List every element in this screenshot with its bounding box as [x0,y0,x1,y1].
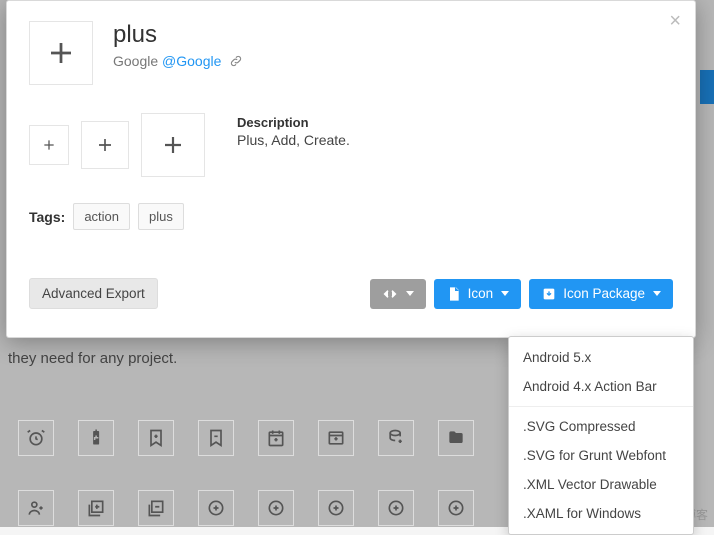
download-package-label: Icon Package [563,286,645,301]
tag-action[interactable]: action [73,203,130,230]
author-handle-link[interactable]: @Google [162,53,221,69]
tag-plus[interactable]: plus [138,203,184,230]
add-circle-c-icon[interactable] [318,490,354,526]
queue-plus-icon[interactable] [138,490,174,526]
bg-icon-grid-row2 [18,490,474,526]
dd-svg-grunt[interactable]: .SVG for Grunt Webfont [509,441,693,470]
database-plus-icon[interactable] [378,420,414,456]
tags-label: Tags: [29,209,65,225]
bookmark-plus-icon[interactable] [138,420,174,456]
description-label: Description [237,115,350,130]
dd-xaml-windows[interactable]: .XAML for Windows [509,499,693,528]
code-dropdown-button[interactable] [370,279,426,309]
window-plus-icon[interactable] [318,420,354,456]
package-icon [541,286,557,302]
file-icon [446,286,462,302]
alarm-icon[interactable] [18,420,54,456]
link-icon [229,54,243,71]
library-plus-icon[interactable] [78,490,114,526]
dd-xml-vector[interactable]: .XML Vector Drawable [509,470,693,499]
icon-detail-modal: × plus Google @Google Description Plus, … [6,0,696,338]
size-previews [29,113,205,177]
dropdown-divider [509,406,693,407]
preview-medium [81,121,129,169]
icon-title: plus [113,21,243,49]
download-icon-label: Icon [468,286,494,301]
close-icon: × [669,10,681,32]
icon-package-dropdown: Android 5.x Android 4.x Action Bar .SVG … [508,336,694,535]
preview-small [29,125,69,165]
add-circle-e-icon[interactable] [438,490,474,526]
description-text: Plus, Add, Create. [237,132,350,148]
bg-icon-grid-row1 [18,420,474,456]
chevron-down-icon [501,291,509,296]
folder-plus-icon[interactable] [438,420,474,456]
author-name: Google [113,53,158,69]
plus-icon [46,38,76,68]
bookmark-minus-icon[interactable] [198,420,234,456]
calendar-plus-icon[interactable] [258,420,294,456]
user-plus-icon[interactable] [18,490,54,526]
download-package-button[interactable]: Icon Package [529,279,673,309]
code-icon [382,286,398,302]
advanced-export-button[interactable]: Advanced Export [29,278,158,309]
chevron-down-icon [406,291,414,296]
add-circle-a-icon[interactable] [198,490,234,526]
dd-android-4-actionbar[interactable]: Android 4.x Action Bar [509,372,693,401]
add-circle-d-icon[interactable] [378,490,414,526]
preview-large [141,113,205,177]
chevron-down-icon [653,291,661,296]
download-icon-button[interactable]: Icon [434,279,522,309]
dd-svg-compressed[interactable]: .SVG Compressed [509,412,693,441]
hero-icon-preview [29,21,93,85]
battery-plus-icon[interactable] [78,420,114,456]
advanced-export-label: Advanced Export [42,286,145,301]
add-circle-b-icon[interactable] [258,490,294,526]
dd-android-5[interactable]: Android 5.x [509,343,693,372]
close-button[interactable]: × [669,11,681,31]
